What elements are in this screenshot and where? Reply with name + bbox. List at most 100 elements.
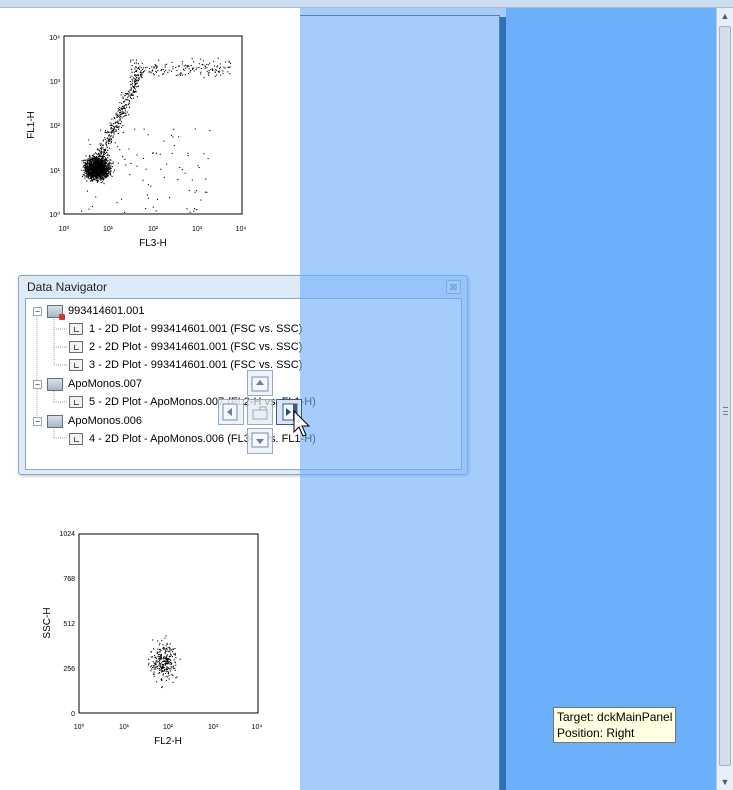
scatter-point — [162, 664, 164, 666]
scatter-point — [104, 131, 106, 133]
tree-node-label: 1 - 2D Plot - 993414601.001 (FSC vs. SSC… — [89, 323, 303, 335]
scatter-point — [178, 136, 180, 138]
scatter-point — [174, 667, 176, 669]
scatter-point — [96, 180, 98, 182]
scatter-point — [136, 69, 138, 71]
tree-node-plot[interactable]: 1 - 2D Plot - 993414601.001 (FSC vs. SSC… — [69, 321, 302, 337]
scatter-point — [132, 92, 134, 94]
scatter-point — [107, 149, 109, 151]
scatter-point — [84, 165, 86, 167]
x-tick: 10⁰ — [74, 723, 85, 731]
tree-node-plot[interactable]: 2 - 2D Plot - 993414601.001 (FSC vs. SSC… — [69, 339, 302, 355]
scatter-point — [134, 62, 136, 64]
scatter-point — [153, 673, 155, 675]
tree-node-file[interactable]: − ApoMonos.006 — [33, 413, 142, 429]
scatter-point — [208, 74, 210, 76]
scatter-point — [162, 665, 164, 667]
scatter-point — [81, 169, 83, 171]
scatter-point — [93, 167, 95, 169]
scroll-up-arrow-icon[interactable]: ▲ — [717, 8, 733, 24]
dock-top-button[interactable] — [247, 370, 273, 396]
scatter-point — [88, 171, 90, 173]
scatter-point — [140, 73, 142, 75]
tree-node-file[interactable]: − ApoMonos.007 — [33, 376, 142, 392]
collapse-toggle[interactable]: − — [33, 306, 42, 316]
scatter-point — [111, 131, 113, 133]
dock-left-button[interactable] — [218, 399, 244, 425]
scatter-point — [154, 663, 156, 665]
scatter-point — [92, 167, 94, 169]
scatter-point — [222, 72, 224, 74]
scatter-point — [216, 66, 218, 68]
scatter-point — [162, 644, 164, 646]
scatter-plot-fl3-fl1[interactable]: 10⁰ 10¹ 10² 10³ 10⁴ 10⁰ 10¹ 10² 10³ 10⁴ … — [20, 28, 260, 253]
scatter-point — [107, 142, 109, 144]
scroll-down-arrow-icon[interactable]: ▼ — [717, 774, 733, 790]
scatter-point — [108, 163, 110, 165]
scatter-point — [156, 666, 158, 668]
scatter-point — [98, 169, 100, 171]
scatter-point — [209, 130, 211, 132]
scatter-point — [143, 67, 145, 69]
scatter-point — [128, 114, 130, 116]
scatter-point — [128, 148, 130, 150]
tree-node-file[interactable]: − 993414601.001 — [33, 303, 144, 320]
scatter-point — [161, 670, 163, 672]
scatter-point — [152, 206, 154, 208]
collapse-toggle[interactable]: − — [33, 416, 42, 426]
scatter-point — [102, 166, 104, 168]
scatter-point — [99, 153, 101, 155]
scatter-point — [93, 168, 95, 170]
scatter-point — [104, 148, 106, 150]
scatter-point — [97, 178, 99, 180]
scatter-point — [207, 158, 209, 160]
scatter-point — [157, 648, 159, 650]
scatter-point — [87, 158, 89, 160]
scatter-point — [131, 94, 133, 96]
scatter-point — [101, 164, 103, 166]
scatter-point — [100, 148, 102, 150]
scatter-point — [165, 662, 167, 664]
dock-center-button[interactable] — [247, 399, 273, 425]
scatter-point — [148, 71, 150, 73]
scatter-point — [166, 650, 168, 652]
vertical-scrollbar[interactable]: ▲ ▼ — [716, 8, 733, 790]
dock-guide[interactable] — [218, 370, 302, 456]
scatter-point — [186, 208, 188, 210]
scatter-point — [213, 61, 215, 63]
scatter-point — [214, 71, 216, 73]
scatter-point — [145, 208, 147, 210]
scatter-point — [94, 160, 96, 162]
scatter-point — [152, 666, 154, 668]
scatter-point — [107, 162, 109, 164]
scatter-point — [137, 85, 139, 87]
scatter-point — [137, 74, 139, 76]
scatter-point — [150, 666, 152, 668]
scatter-point — [184, 74, 186, 76]
scatter-point — [170, 134, 172, 136]
scatter-point — [106, 151, 108, 153]
scatter-point — [103, 164, 105, 166]
scatter-point — [112, 123, 114, 125]
collapse-toggle[interactable]: − — [33, 379, 42, 389]
scatter-point — [86, 159, 88, 161]
dock-down-arrow-icon — [251, 432, 269, 448]
scrollbar-thumb[interactable] — [719, 26, 731, 766]
scatter-point — [107, 137, 109, 139]
scatter-point — [158, 664, 160, 666]
scatter-point — [203, 153, 205, 155]
scatter-point — [180, 74, 182, 76]
scatter-point — [110, 141, 112, 143]
scatter-point — [169, 668, 171, 670]
scatter-point — [117, 110, 119, 112]
scatter-plot-fl2-ssc[interactable]: 10⁰ 10¹ 10² 10³ 10⁴ 0 256 512 768 1024 F… — [36, 526, 276, 751]
scatter-point — [185, 67, 187, 69]
scatter-point — [174, 661, 176, 663]
scatter-point — [216, 65, 218, 67]
dock-bottom-button[interactable] — [247, 428, 273, 454]
scatter-point — [124, 158, 126, 160]
scatter-point — [109, 135, 111, 137]
scatter-point — [106, 172, 108, 174]
scatter-point — [125, 113, 127, 115]
scatter-point — [132, 59, 134, 61]
